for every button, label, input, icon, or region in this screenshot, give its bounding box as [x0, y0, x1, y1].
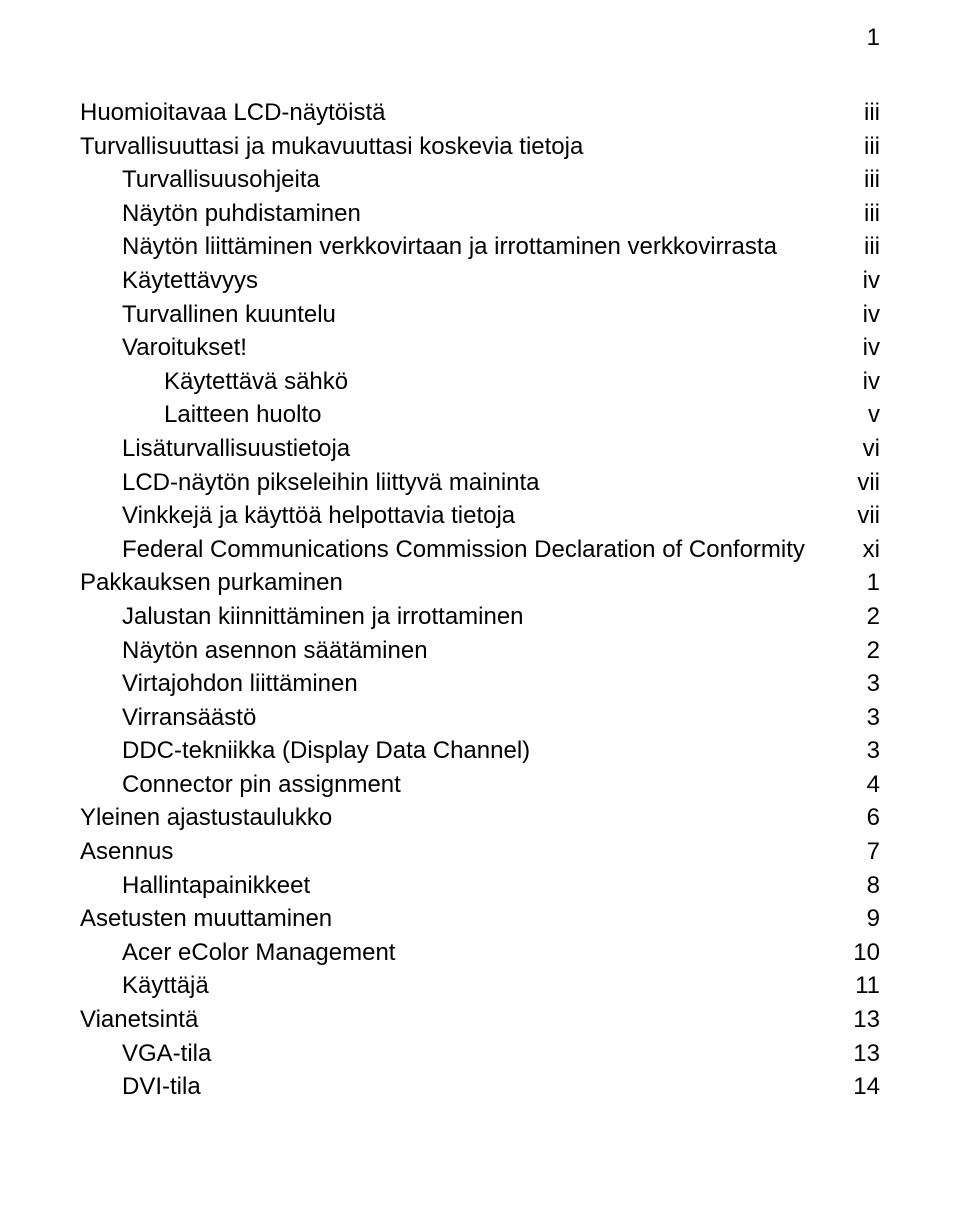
toc-entry-page: 3	[810, 667, 880, 701]
toc-entry-page: iv	[810, 365, 880, 399]
toc-entry-page: 7	[810, 835, 880, 869]
toc-entry-label: Asennus	[80, 835, 810, 869]
toc-entry: Näytön asennon säätäminen2	[80, 634, 880, 668]
toc-entry-label: Näytön asennon säätäminen	[80, 634, 810, 668]
toc-entry: Lisäturvallisuustietojavi	[80, 432, 880, 466]
toc-entry-label: Käytettävyys	[80, 264, 810, 298]
toc-entry-page: iii	[810, 96, 880, 130]
toc-entry-page: iv	[810, 264, 880, 298]
toc-entry-label: Laitteen huolto	[80, 398, 810, 432]
toc-entry: Turvallisuuttasi ja mukavuuttasi koskevi…	[80, 130, 880, 164]
toc-entry: Federal Communications Commission Declar…	[80, 533, 880, 567]
toc-entry-label: Pakkauksen purkaminen	[80, 566, 810, 600]
toc-entry-label: Acer eColor Management	[80, 936, 810, 970]
toc-entry-page: 2	[810, 634, 880, 668]
toc-entry-label: Virransäästö	[80, 701, 810, 735]
toc-entry-label: Virtajohdon liittäminen	[80, 667, 810, 701]
toc-entry: Pakkauksen purkaminen1	[80, 566, 880, 600]
toc-entry: Turvallinen kuunteluiv	[80, 298, 880, 332]
toc-entry: Käyttäjä11	[80, 969, 880, 1003]
toc-entry: Laitteen huoltov	[80, 398, 880, 432]
toc-entry-page: 9	[810, 902, 880, 936]
toc-entry: LCD-näytön pikseleihin liittyvä maininta…	[80, 466, 880, 500]
toc-entry-page: 11	[810, 969, 880, 1003]
toc-entry: Connector pin assignment4	[80, 768, 880, 802]
page-number: 1	[867, 24, 880, 52]
toc-entry: Vianetsintä13	[80, 1003, 880, 1037]
toc-entry: Hallintapainikkeet8	[80, 869, 880, 903]
toc-entry-label: Näytön puhdistaminen	[80, 197, 810, 231]
toc-entry: Yleinen ajastustaulukko6	[80, 801, 880, 835]
toc-entry-page: iv	[810, 298, 880, 332]
toc-entry-label: Vinkkejä ja käyttöä helpottavia tietoja	[80, 499, 810, 533]
toc-entry: DVI-tila14	[80, 1070, 880, 1104]
toc-entry-page: xi	[810, 533, 880, 567]
toc-entry-page: 4	[810, 768, 880, 802]
toc-entry-page: vi	[810, 432, 880, 466]
toc-entry-label: Turvallisuuttasi ja mukavuuttasi koskevi…	[80, 130, 810, 164]
toc-entry-page: 2	[810, 600, 880, 634]
toc-entry-page: iii	[810, 230, 880, 264]
toc-entry: Vinkkejä ja käyttöä helpottavia tietojav…	[80, 499, 880, 533]
toc-entry-page: iii	[810, 130, 880, 164]
toc-entry-label: Connector pin assignment	[80, 768, 810, 802]
toc-entry-page: iv	[810, 331, 880, 365]
toc-entry-label: Turvallinen kuuntelu	[80, 298, 810, 332]
toc-entry-label: DVI-tila	[80, 1070, 810, 1104]
toc-entry-label: Käytettävä sähkö	[80, 365, 810, 399]
toc-entry: Virransäästö3	[80, 701, 880, 735]
toc-entry: Asetusten muuttaminen9	[80, 902, 880, 936]
toc-entry: Turvallisuusohjeitaiii	[80, 163, 880, 197]
toc-entry: DDC-tekniikka (Display Data Channel)3	[80, 734, 880, 768]
toc-entry: Asennus7	[80, 835, 880, 869]
toc-entry: VGA-tila13	[80, 1037, 880, 1071]
toc-entry: Virtajohdon liittäminen3	[80, 667, 880, 701]
toc-entry-page: iii	[810, 197, 880, 231]
toc-entry-label: Vianetsintä	[80, 1003, 810, 1037]
toc-entry: Näytön puhdistamineniii	[80, 197, 880, 231]
toc-entry-label: Yleinen ajastustaulukko	[80, 801, 810, 835]
toc-entry-label: Käyttäjä	[80, 969, 810, 1003]
toc-entry-label: VGA-tila	[80, 1037, 810, 1071]
toc-entry: Varoitukset!iv	[80, 331, 880, 365]
toc-entry: Käytettävä sähköiv	[80, 365, 880, 399]
toc-entry-page: vii	[810, 466, 880, 500]
toc-entry-label: Varoitukset!	[80, 331, 810, 365]
toc-entry-label: Turvallisuusohjeita	[80, 163, 810, 197]
toc-entry-label: Lisäturvallisuustietoja	[80, 432, 810, 466]
table-of-contents: Huomioitavaa LCD-näytöistäiiiTurvallisuu…	[80, 96, 880, 1104]
toc-entry-label: LCD-näytön pikseleihin liittyvä maininta	[80, 466, 810, 500]
toc-entry-label: Huomioitavaa LCD-näytöistä	[80, 96, 810, 130]
toc-entry-page: 3	[810, 701, 880, 735]
toc-entry-page: 6	[810, 801, 880, 835]
toc-entry-page: 13	[810, 1037, 880, 1071]
toc-entry: Näytön liittäminen verkkovirtaan ja irro…	[80, 230, 880, 264]
toc-entry-page: 14	[810, 1070, 880, 1104]
toc-entry-label: Näytön liittäminen verkkovirtaan ja irro…	[80, 230, 810, 264]
toc-entry-page: 13	[810, 1003, 880, 1037]
toc-entry-label: Federal Communications Commission Declar…	[80, 533, 810, 567]
toc-entry: Käytettävyysiv	[80, 264, 880, 298]
document-page: 1 Huomioitavaa LCD-näytöistäiiiTurvallis…	[0, 0, 960, 1206]
toc-entry-page: 8	[810, 869, 880, 903]
toc-entry: Acer eColor Management10	[80, 936, 880, 970]
toc-entry-page: 3	[810, 734, 880, 768]
toc-entry: Huomioitavaa LCD-näytöistäiii	[80, 96, 880, 130]
toc-entry-page: 1	[810, 566, 880, 600]
toc-entry-label: Asetusten muuttaminen	[80, 902, 810, 936]
toc-entry-label: Hallintapainikkeet	[80, 869, 810, 903]
toc-entry-page: v	[810, 398, 880, 432]
toc-entry-page: vii	[810, 499, 880, 533]
toc-entry-label: DDC-tekniikka (Display Data Channel)	[80, 734, 810, 768]
toc-entry-label: Jalustan kiinnittäminen ja irrottaminen	[80, 600, 810, 634]
toc-entry-page: 10	[810, 936, 880, 970]
toc-entry: Jalustan kiinnittäminen ja irrottaminen2	[80, 600, 880, 634]
toc-entry-page: iii	[810, 163, 880, 197]
